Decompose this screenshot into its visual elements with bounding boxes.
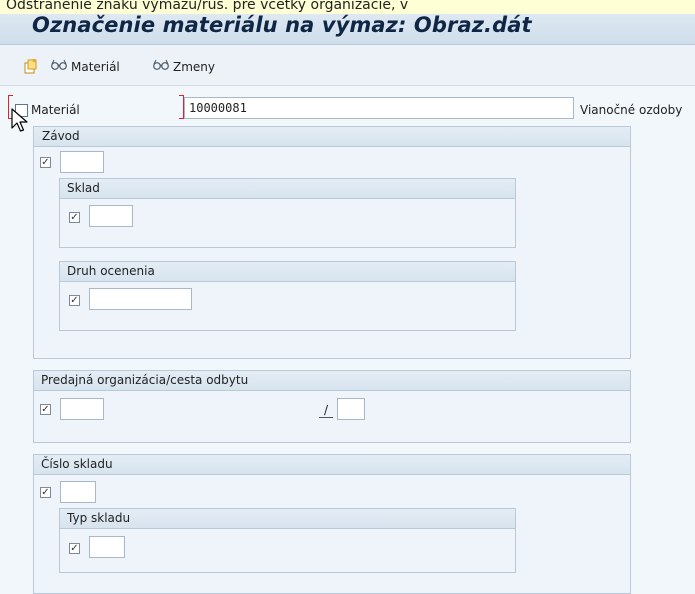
distribution-channel-input[interactable] — [337, 398, 365, 420]
valuation-type-checkbox[interactable]: ✓ — [69, 295, 80, 306]
create-document-icon — [22, 58, 38, 77]
warehouse-number-input[interactable] — [60, 481, 96, 503]
plant-checkbox[interactable]: ✓ — [40, 157, 51, 168]
sales-org-title: Predajná organizácia/cesta odbytu — [34, 371, 630, 391]
sales-org-input[interactable] — [60, 398, 104, 420]
create-document-button[interactable] — [22, 58, 38, 77]
mouse-pointer-icon — [11, 108, 31, 137]
material-button[interactable]: Materiál — [50, 58, 120, 75]
material-input[interactable]: 10000081 — [184, 97, 574, 119]
storage-type-group: Typ skladu — [59, 508, 516, 573]
application-toolbar: Materiál Zmeny — [0, 45, 695, 86]
warehouse-number-title: Číslo skladu — [34, 455, 630, 475]
warehouse-number-checkbox[interactable]: ✓ — [40, 487, 51, 498]
sales-org-checkbox[interactable]: ✓ — [40, 404, 51, 415]
glasses-icon — [152, 58, 170, 75]
storage-location-checkbox[interactable]: ✓ — [69, 212, 80, 223]
storage-type-title: Typ skladu — [60, 509, 515, 529]
changes-button[interactable]: Zmeny — [152, 58, 215, 75]
storage-location-input[interactable] — [89, 205, 133, 227]
separator-slash: / — [319, 403, 333, 418]
storage-location-title: Sklad — [60, 179, 515, 199]
page-title: Označenie materiálu na výmaz: Obraz.dát — [32, 13, 532, 37]
material-description: Vianočné ozdoby — [580, 103, 683, 117]
material-button-label: Materiál — [71, 59, 120, 74]
changes-button-label: Zmeny — [173, 59, 215, 74]
plant-input[interactable] — [60, 151, 104, 173]
glasses-icon — [50, 58, 68, 75]
valuation-type-input[interactable] — [89, 288, 192, 310]
storage-type-checkbox[interactable]: ✓ — [69, 543, 80, 554]
storage-type-input[interactable] — [89, 536, 125, 558]
valuation-type-title: Druh ocenenia — [60, 262, 515, 282]
material-label: Materiál — [31, 103, 80, 117]
plant-group-title: Závod — [34, 127, 630, 147]
